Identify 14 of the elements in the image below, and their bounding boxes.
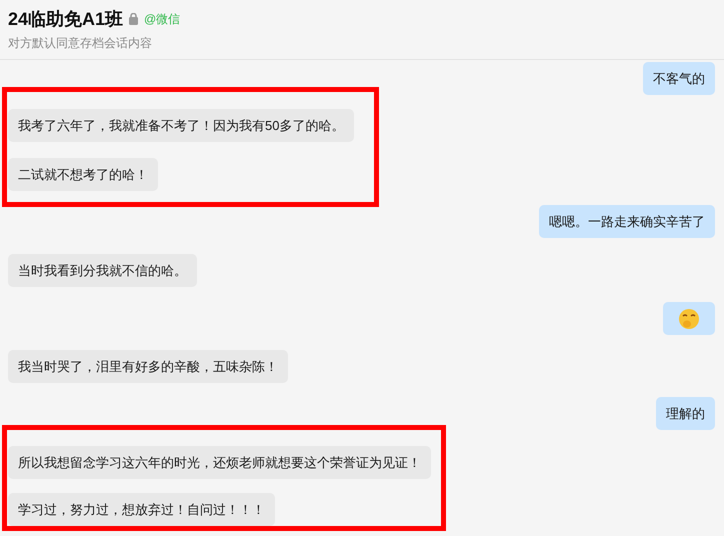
message-bubble: 所以我想留念学习这六年的时光，还烦老师就想要这个荣誉证为见证！ <box>8 446 431 479</box>
message-bubble: 学习过，努力过，想放弃过！自问过！！！ <box>8 493 275 526</box>
source-label: @微信 <box>144 11 180 28</box>
message-bubble: 不客气的 <box>643 62 715 95</box>
chat-title: 24临助免A1班 <box>8 8 124 31</box>
message-bubble: 当时我看到分我就不信的哈。 <box>8 254 197 287</box>
message-bubble: 理解的 <box>656 397 715 430</box>
message-bubble: 我当时哭了，泪里有好多的辛酸，五味杂陈！ <box>8 350 288 383</box>
message-bubble: 嗯嗯。一路走来确实辛苦了 <box>539 205 715 238</box>
message-bubble: 我考了六年了，我就准备不考了！因为我有50多了的哈。 <box>8 109 354 142</box>
emoji-icon <box>678 308 700 330</box>
chat-subtitle: 对方默认同意存档会话内容 <box>8 35 153 52</box>
message-bubble: 二试就不想考了的哈！ <box>8 158 158 191</box>
lock-icon <box>129 13 138 25</box>
